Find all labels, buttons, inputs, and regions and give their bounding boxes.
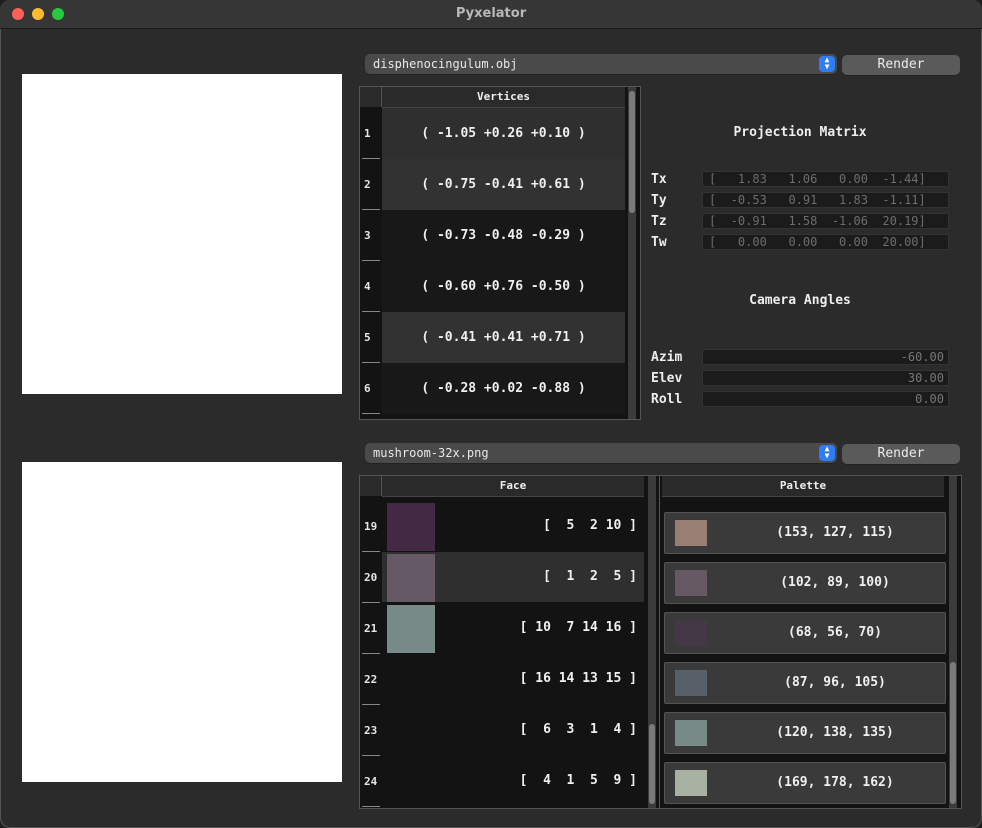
face-row-number: 23 (364, 724, 378, 737)
palette-rgb-value: (153, 127, 115) (776, 525, 894, 540)
face-table: Face 19 [ 5 2 10 ] 20 [ 1 2 5 ] 21 [ 10 7 14 … (359, 475, 660, 809)
model-file-select[interactable]: disphenocingulum.obj ▲ ▼ (365, 54, 837, 74)
vertices-scroll-thumb[interactable] (629, 91, 635, 213)
face-indices: [ 6 3 1 4 ] (519, 722, 637, 737)
projection-row-label: Ty (651, 193, 667, 208)
palette-entry[interactable]: (102, 89, 100) (664, 562, 946, 604)
vertex-row-number: 4 (364, 280, 371, 293)
vertex-row-number: 5 (364, 331, 371, 344)
row-separator (362, 413, 380, 414)
vertex-row-number: 1 (364, 127, 371, 140)
vertex-row[interactable]: ( -0.73 -0.48 -0.29 ) (382, 210, 625, 261)
model-preview-canvas[interactable] (22, 74, 342, 394)
chevron-updown-icon: ▲ ▼ (819, 56, 835, 72)
face-indices: [ 1 2 5 ] (543, 569, 637, 584)
palette-color-swatch (675, 670, 707, 696)
vertex-row-number: 2 (364, 178, 371, 191)
projection-row-field[interactable]: [ 1.83 1.06 0.00 -1.44] (702, 171, 949, 187)
projection-row-field[interactable]: [ 0.00 0.00 0.00 20.00] (702, 234, 949, 250)
vertices-scrollbar[interactable] (628, 87, 636, 419)
palette-scroll-thumb[interactable] (950, 662, 956, 804)
vertex-row[interactable]: ( -1.05 +0.26 +0.10 ) (382, 108, 625, 159)
palette-rgb-value: (102, 89, 100) (780, 575, 890, 590)
face-row-number: 19 (364, 520, 378, 533)
face-row-number: 21 (364, 622, 378, 635)
palette-rgb-value: (169, 178, 162) (776, 775, 894, 790)
face-color-swatch (387, 554, 435, 602)
vertex-row[interactable]: ( -0.41 +0.41 +0.71 ) (382, 312, 625, 363)
projection-row-label: Tz (651, 214, 667, 229)
texture-render-button[interactable]: Render (842, 444, 960, 464)
corner-header (360, 476, 382, 496)
vertex-row[interactable]: ( -0.28 +0.02 -0.88 ) (382, 363, 625, 414)
app-window: Pyxelator disphenocingulum.obj ▲ ▼ Render… (0, 0, 982, 828)
model-file-value: disphenocingulum.obj (373, 57, 518, 71)
face-row[interactable]: [ 6 3 1 4 ] (382, 705, 644, 755)
palette-rgb-value: (120, 138, 135) (776, 725, 894, 740)
projection-row-label: Tw (651, 235, 667, 250)
palette-entry[interactable]: (120, 138, 135) (664, 712, 946, 754)
palette-entry[interactable]: (87, 96, 105) (664, 662, 946, 704)
palette-color-swatch (675, 620, 707, 646)
face-scroll-thumb[interactable] (649, 724, 655, 804)
vertex-row[interactable]: ( -0.75 -0.41 +0.61 ) (382, 159, 625, 210)
vertices-column-header[interactable]: Vertices (382, 87, 625, 108)
face-scrollbar[interactable] (648, 476, 656, 808)
palette-color-swatch (675, 520, 707, 546)
palette-table: Palette (153, 127, 115) (102, 89, 100) (68… (659, 475, 962, 809)
title-bar: Pyxelator (0, 0, 982, 29)
vertex-row[interactable]: ( -0.60 +0.76 -0.50 ) (382, 261, 625, 312)
palette-rgb-value: (68, 56, 70) (788, 625, 882, 640)
azim-field[interactable]: -60.00 (702, 349, 949, 365)
camera-angles-heading: Camera Angles (749, 293, 851, 308)
projection-row-field[interactable]: [ -0.53 0.91 1.83 -1.11] (702, 192, 949, 208)
palette-scrollbar[interactable] (949, 476, 957, 808)
palette-column-header[interactable]: Palette (662, 476, 944, 497)
face-row[interactable]: [ 4 1 5 9 ] (382, 756, 644, 806)
texture-file-value: mushroom-32x.png (373, 446, 489, 460)
azim-label: Azim (651, 350, 683, 365)
texture-preview-canvas[interactable] (22, 462, 342, 782)
face-color-swatch (387, 503, 435, 551)
face-row[interactable]: [ 5 2 10 ] (382, 501, 644, 551)
face-row-number: 20 (364, 571, 378, 584)
face-row[interactable]: [ 1 2 5 ] (382, 552, 644, 602)
corner-header (360, 87, 382, 107)
roll-field[interactable]: 0.00 (702, 391, 949, 407)
palette-color-swatch (675, 770, 707, 796)
vertices-table: Vertices 1 ( -1.05 +0.26 +0.10 ) 2 ( -0.75 … (359, 86, 641, 420)
face-indices: [ 5 2 10 ] (543, 518, 637, 533)
model-render-button[interactable]: Render (842, 55, 960, 75)
texture-file-select[interactable]: mushroom-32x.png ▲ ▼ (365, 443, 837, 463)
face-color-swatch (387, 605, 435, 653)
palette-entry[interactable]: (153, 127, 115) (664, 512, 946, 554)
vertex-row-number: 3 (364, 229, 371, 242)
window-title: Pyxelator (455, 6, 527, 21)
elev-field[interactable]: 30.00 (702, 370, 949, 386)
roll-label: Roll (651, 392, 683, 407)
elev-label: Elev (651, 371, 683, 386)
chevron-updown-icon: ▲ ▼ (819, 445, 835, 461)
face-indices: [ 10 7 14 16 ] (519, 620, 637, 635)
face-indices: [ 4 1 5 9 ] (519, 773, 637, 788)
palette-color-swatch (675, 720, 707, 746)
row-separator (362, 806, 380, 807)
vertex-row-number: 6 (364, 382, 371, 395)
palette-entry[interactable]: (169, 178, 162) (664, 762, 946, 804)
projection-matrix-heading: Projection Matrix (733, 125, 867, 140)
face-row[interactable]: [ 10 7 14 16 ] (382, 603, 644, 653)
face-indices: [ 16 14 13 15 ] (519, 671, 637, 686)
face-row-number: 24 (364, 775, 378, 788)
projection-row-field[interactable]: [ -0.91 1.58 -1.06 20.19] (702, 213, 949, 229)
palette-color-swatch (675, 570, 707, 596)
palette-rgb-value: (87, 96, 105) (784, 675, 886, 690)
face-row-number: 22 (364, 673, 378, 686)
projection-row-label: Tx (651, 172, 667, 187)
face-column-header[interactable]: Face (382, 476, 644, 497)
face-row[interactable]: [ 16 14 13 15 ] (382, 654, 644, 704)
palette-entry[interactable]: (68, 56, 70) (664, 612, 946, 654)
